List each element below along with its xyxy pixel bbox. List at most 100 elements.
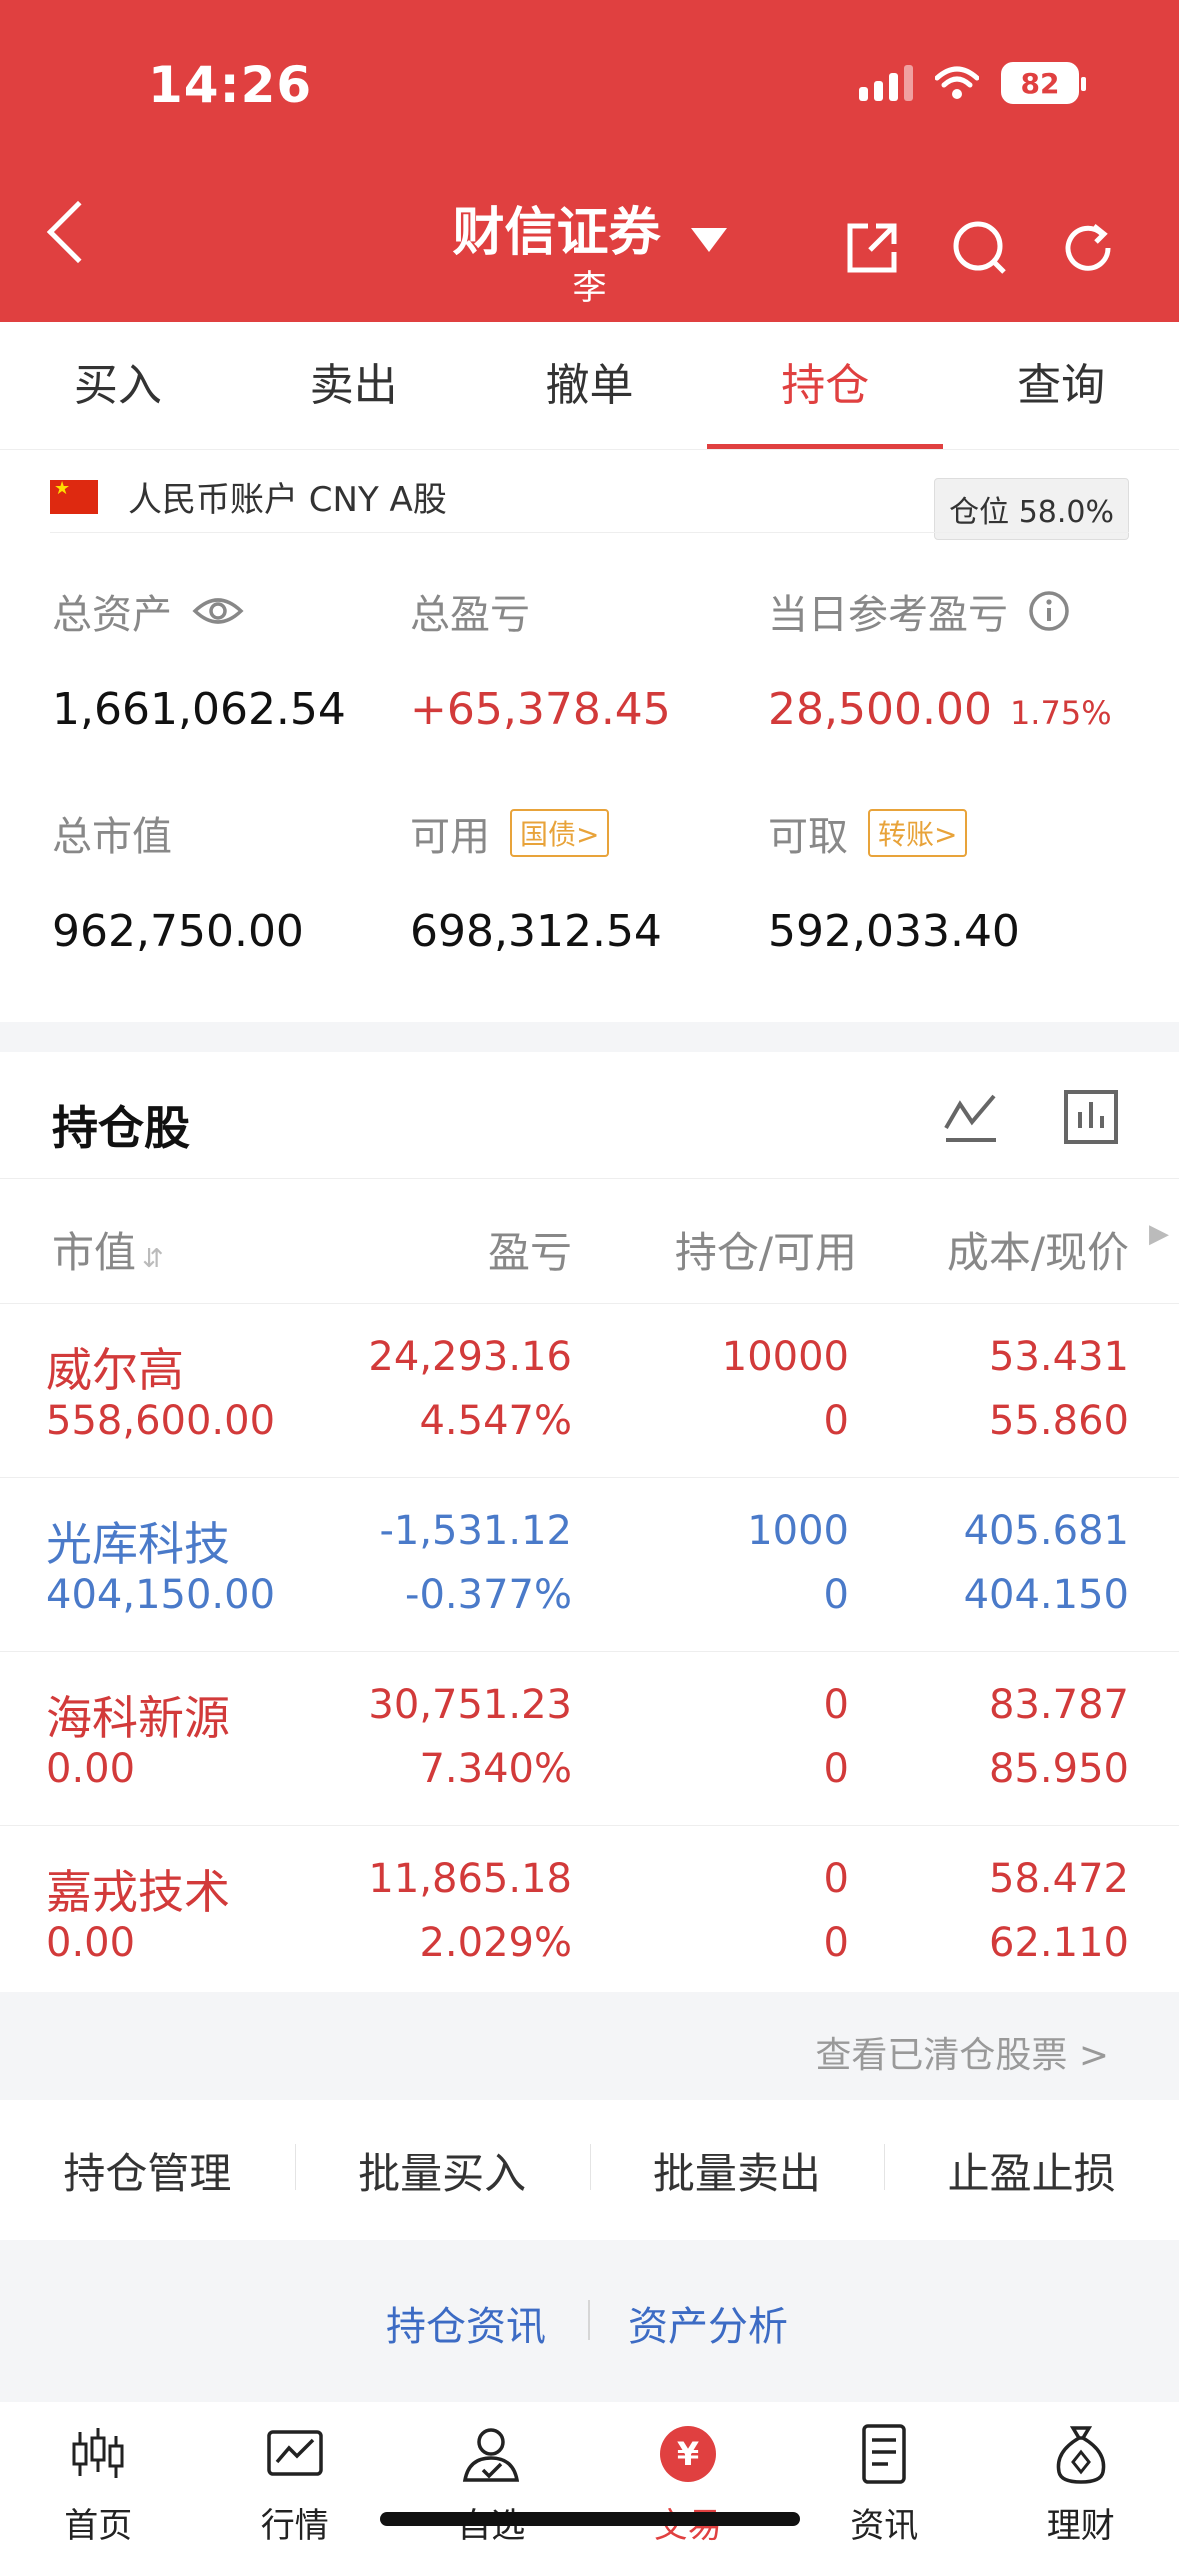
stock-market-value: 0.00 (46, 1746, 136, 1792)
nav-watchlist[interactable]: 自选 (393, 2402, 590, 2556)
scroll-right-icon[interactable]: ▶ (1149, 1219, 1169, 1249)
stock-position: 1000 (747, 1508, 849, 1554)
stock-cost: 58.472 (989, 1856, 1129, 1902)
transfer-tag-button[interactable]: 转账> (868, 809, 968, 857)
tab-holdings[interactable]: 持仓 (707, 322, 943, 449)
stock-pl: 30,751.23 (368, 1682, 572, 1728)
stock-market-value: 0.00 (46, 1920, 136, 1966)
svg-text:¥: ¥ (677, 2435, 699, 2473)
withdrawable-label: 可取 (768, 814, 848, 860)
stock-pl: 11,865.18 (368, 1856, 572, 1902)
stock-name: 嘉戎技术 (46, 1865, 230, 1919)
tab-sell[interactable]: 卖出 (236, 322, 472, 449)
tab-buy[interactable]: 买入 (0, 322, 236, 449)
table-row[interactable]: 嘉戎技术 0.00 11,865.18 2.029% 0 0 58.472 62… (0, 1826, 1179, 2000)
nav-home[interactable]: 首页 (0, 2402, 197, 2556)
stat-withdrawable: 可取 转账> 592,033.40 (768, 804, 1020, 957)
stock-cost: 53.431 (989, 1334, 1129, 1380)
stock-available: 0 (823, 1572, 849, 1618)
stock-pl-pct: -0.377% (405, 1572, 572, 1618)
sort-icon: ⇵ (142, 1244, 164, 1274)
wifi-icon (935, 66, 979, 99)
table-row[interactable]: 海科新源 0.00 30,751.23 7.340% 0 0 83.787 85… (0, 1652, 1179, 1826)
trade-tabs: 买入 卖出 撤单 持仓 查询 (0, 322, 1179, 450)
divider (50, 532, 1129, 533)
take-profit-stop-loss-button[interactable]: 止盈止损 (884, 2140, 1179, 2201)
stock-name: 光库科技 (46, 1517, 230, 1571)
divider (588, 2300, 590, 2340)
stat-available: 可用 国债> 698,312.54 (410, 804, 662, 957)
nav-market-label: 行情 (260, 2506, 329, 2546)
total-assets-value: 1,661,062.54 (52, 684, 346, 735)
account-row[interactable]: 人民币账户 CNY A股 (50, 472, 447, 521)
stat-total-pl: 总盈亏 +65,378.45 (410, 582, 671, 735)
search-icon[interactable] (950, 218, 1010, 278)
daily-pl-row: 28,500.00 1.75% (768, 684, 1112, 735)
holdings-news-link[interactable]: 持仓资讯 (386, 2294, 546, 2352)
candlestick-icon (72, 2428, 124, 2478)
col-position: 持仓/可用 (674, 1228, 857, 1277)
col-market-value-label: 市值 (52, 1228, 137, 1277)
stock-available: 0 (823, 1746, 849, 1792)
stock-available: 0 (823, 1398, 849, 1444)
total-pl-label: 总盈亏 (410, 592, 530, 638)
stock-cost: 405.681 (963, 1508, 1129, 1554)
table-row[interactable]: 威尔高 558,600.00 24,293.16 4.547% 10000 0 … (0, 1304, 1179, 1478)
stock-pl-pct: 7.340% (419, 1746, 572, 1792)
nav-market[interactable]: 行情 (197, 2402, 394, 2556)
info-icon[interactable] (1028, 590, 1070, 632)
yuan-icon: ¥ (659, 2426, 716, 2482)
stock-pl-pct: 4.547% (419, 1398, 572, 1444)
market-value-label: 总市值 (52, 814, 172, 860)
stock-cost: 83.787 (989, 1682, 1129, 1728)
stock-position: 0 (823, 1682, 849, 1728)
stock-market-value: 558,600.00 (46, 1398, 276, 1444)
stock-price: 55.860 (989, 1398, 1129, 1444)
batch-buy-button[interactable]: 批量买入 (294, 2140, 590, 2201)
stock-market-value: 404,150.00 (46, 1572, 276, 1618)
bar-chart-icon[interactable] (1062, 1088, 1120, 1146)
stock-position: 10000 (721, 1334, 849, 1380)
daily-pl-pct: 1.75% (1009, 694, 1112, 732)
position-management-button[interactable]: 持仓管理 (0, 2140, 295, 2201)
stock-pl: -1,531.12 (379, 1508, 572, 1554)
asset-analysis-link[interactable]: 资产分析 (628, 2294, 788, 2352)
col-market-value[interactable]: 市值 ⇵ (52, 1219, 164, 1280)
bottom-nav: 首页 行情 自选 ¥ 交易 资讯 理财 (0, 2402, 1179, 2556)
trend-line-icon[interactable] (942, 1088, 1000, 1146)
total-pl-value: +65,378.45 (410, 684, 671, 735)
holdings-header: 市值 ⇵ 盈亏 持仓/可用 成本/现价 ▶ (0, 1178, 1179, 1304)
holdings-panel: 持仓股 市值 ⇵ 盈亏 持仓/可用 成本/现价 ▶ 威尔高 558,600.00 … (0, 1052, 1179, 1992)
tab-query[interactable]: 查询 (943, 322, 1179, 449)
app-header: 14:26 82 财信证券 李 (0, 0, 1179, 322)
holding-actions: 持仓管理 批量买入 批量卖出 止盈止损 (0, 2100, 1179, 2240)
stock-available: 0 (823, 1920, 849, 1966)
nav-news[interactable]: 资讯 (786, 2402, 983, 2556)
share-icon[interactable] (842, 218, 902, 278)
cleared-stocks-link[interactable]: 查看已清仓股票 > (815, 2026, 1109, 2078)
status-icons: 82 (859, 62, 1086, 104)
stock-price: 85.950 (989, 1746, 1129, 1792)
moneybag-icon (1056, 2426, 1106, 2484)
home-indicator[interactable] (380, 2512, 800, 2526)
daily-pl-value: 28,500.00 (768, 684, 992, 735)
chart-icon (267, 2430, 323, 2476)
eye-icon[interactable] (192, 595, 244, 627)
status-time: 14:26 (148, 56, 313, 114)
tab-cancel[interactable]: 撤单 (472, 322, 708, 449)
nav-wealth[interactable]: 理财 (983, 2402, 1179, 2556)
stock-price: 62.110 (989, 1920, 1129, 1966)
table-row[interactable]: 光库科技 404,150.00 -1,531.12 -0.377% 1000 0… (0, 1478, 1179, 1652)
total-assets-label: 总资产 (52, 592, 172, 638)
withdrawable-value: 592,033.40 (768, 906, 1020, 957)
refresh-icon[interactable] (1058, 218, 1118, 278)
batch-sell-button[interactable]: 批量卖出 (589, 2140, 885, 2201)
nav-trade[interactable]: ¥ 交易 (590, 2402, 787, 2556)
market-value-value: 962,750.00 (52, 906, 304, 957)
stock-name: 海科新源 (46, 1691, 230, 1745)
account-label: 人民币账户 CNY A股 (128, 480, 447, 520)
stock-name: 威尔高 (46, 1343, 184, 1397)
bond-tag-button[interactable]: 国债> (510, 809, 610, 857)
battery-icon: 82 (1001, 62, 1086, 104)
stat-total-assets: 总资产 1,661,062.54 (52, 582, 346, 735)
